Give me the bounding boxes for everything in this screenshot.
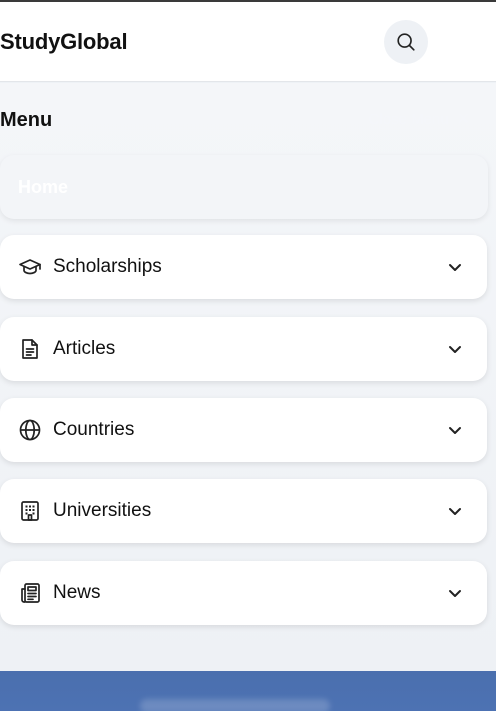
- menu-item-label: Universities: [53, 500, 152, 521]
- chevron-down-icon[interactable]: [445, 583, 465, 603]
- menu-item-news[interactable]: News: [0, 561, 487, 625]
- menu-item-label: News: [53, 582, 101, 603]
- hero-banner-strip: [0, 671, 496, 711]
- menu-item-countries[interactable]: Countries: [0, 398, 487, 462]
- menu-item-universities[interactable]: Universities: [0, 479, 487, 543]
- close-icon: ✕: [456, 111, 470, 128]
- menu-item-label: Countries: [53, 419, 135, 440]
- chevron-down-icon[interactable]: [445, 420, 465, 440]
- building-icon: [21, 501, 39, 521]
- search-icon: [397, 33, 415, 51]
- menu-title: Menu: [0, 109, 53, 131]
- newspaper-icon: [21, 583, 40, 603]
- menu-item-scholarships[interactable]: Scholarships: [0, 235, 487, 299]
- menu-item-home[interactable]: Home: [0, 155, 488, 219]
- graduation-cap-icon: [19, 259, 41, 275]
- close-menu-button[interactable]: Close Menu ✕: [369, 109, 470, 129]
- site-logo-text[interactable]: StudyGlobal: [0, 29, 128, 55]
- chevron-down-icon[interactable]: [445, 339, 465, 359]
- document-icon: [22, 339, 38, 359]
- chevron-down-icon[interactable]: [445, 257, 465, 277]
- menu-item-home-label: Home: [18, 177, 69, 197]
- menu-item-label: Scholarships: [53, 256, 162, 277]
- globe-icon: [19, 419, 41, 441]
- mobile-menu-panel: Menu Close Menu ✕ Home Scholarships Arti…: [0, 83, 496, 671]
- site-header: StudyGlobal: [0, 2, 496, 82]
- menu-item-articles[interactable]: Articles: [0, 317, 487, 381]
- close-menu-label: Close Menu: [368, 110, 449, 128]
- menu-item-label: Articles: [53, 338, 116, 359]
- chevron-down-icon[interactable]: [445, 501, 465, 521]
- search-button[interactable]: [384, 20, 428, 64]
